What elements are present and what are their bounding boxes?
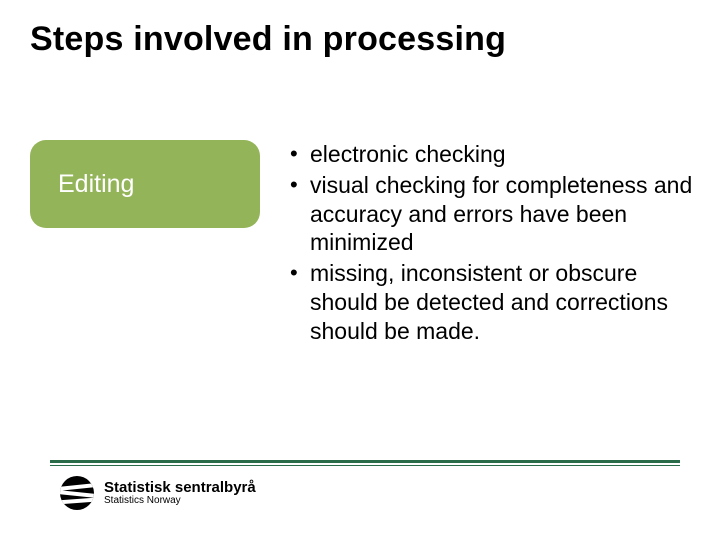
footer-org-sub: Statistics Norway — [104, 496, 256, 507]
footer-rule-thick — [50, 460, 680, 463]
content-row: Editing electronic checking visual check… — [30, 140, 700, 347]
bullet-item: electronic checking — [290, 140, 700, 169]
slide: Steps involved in processing Editing ele… — [0, 0, 720, 540]
ssb-logo-icon — [60, 476, 94, 510]
footer-org-text: Statistisk sentralbyrå Statistics Norway — [104, 480, 256, 506]
step-label: Editing — [58, 170, 134, 199]
bullet-item: missing, inconsistent or obscure should … — [290, 259, 700, 345]
footer-org-main: Statistisk sentralbyrå — [104, 480, 256, 496]
bullet-item: visual checking for completeness and acc… — [290, 171, 700, 257]
bullet-list: electronic checking visual checking for … — [260, 140, 700, 347]
footer-logo-block: Statistisk sentralbyrå Statistics Norway — [60, 476, 680, 510]
footer-rule-thin — [50, 465, 680, 466]
footer: Statistisk sentralbyrå Statistics Norway — [50, 460, 680, 510]
slide-title: Steps involved in processing — [30, 20, 506, 59]
step-pill-editing: Editing — [30, 140, 260, 228]
